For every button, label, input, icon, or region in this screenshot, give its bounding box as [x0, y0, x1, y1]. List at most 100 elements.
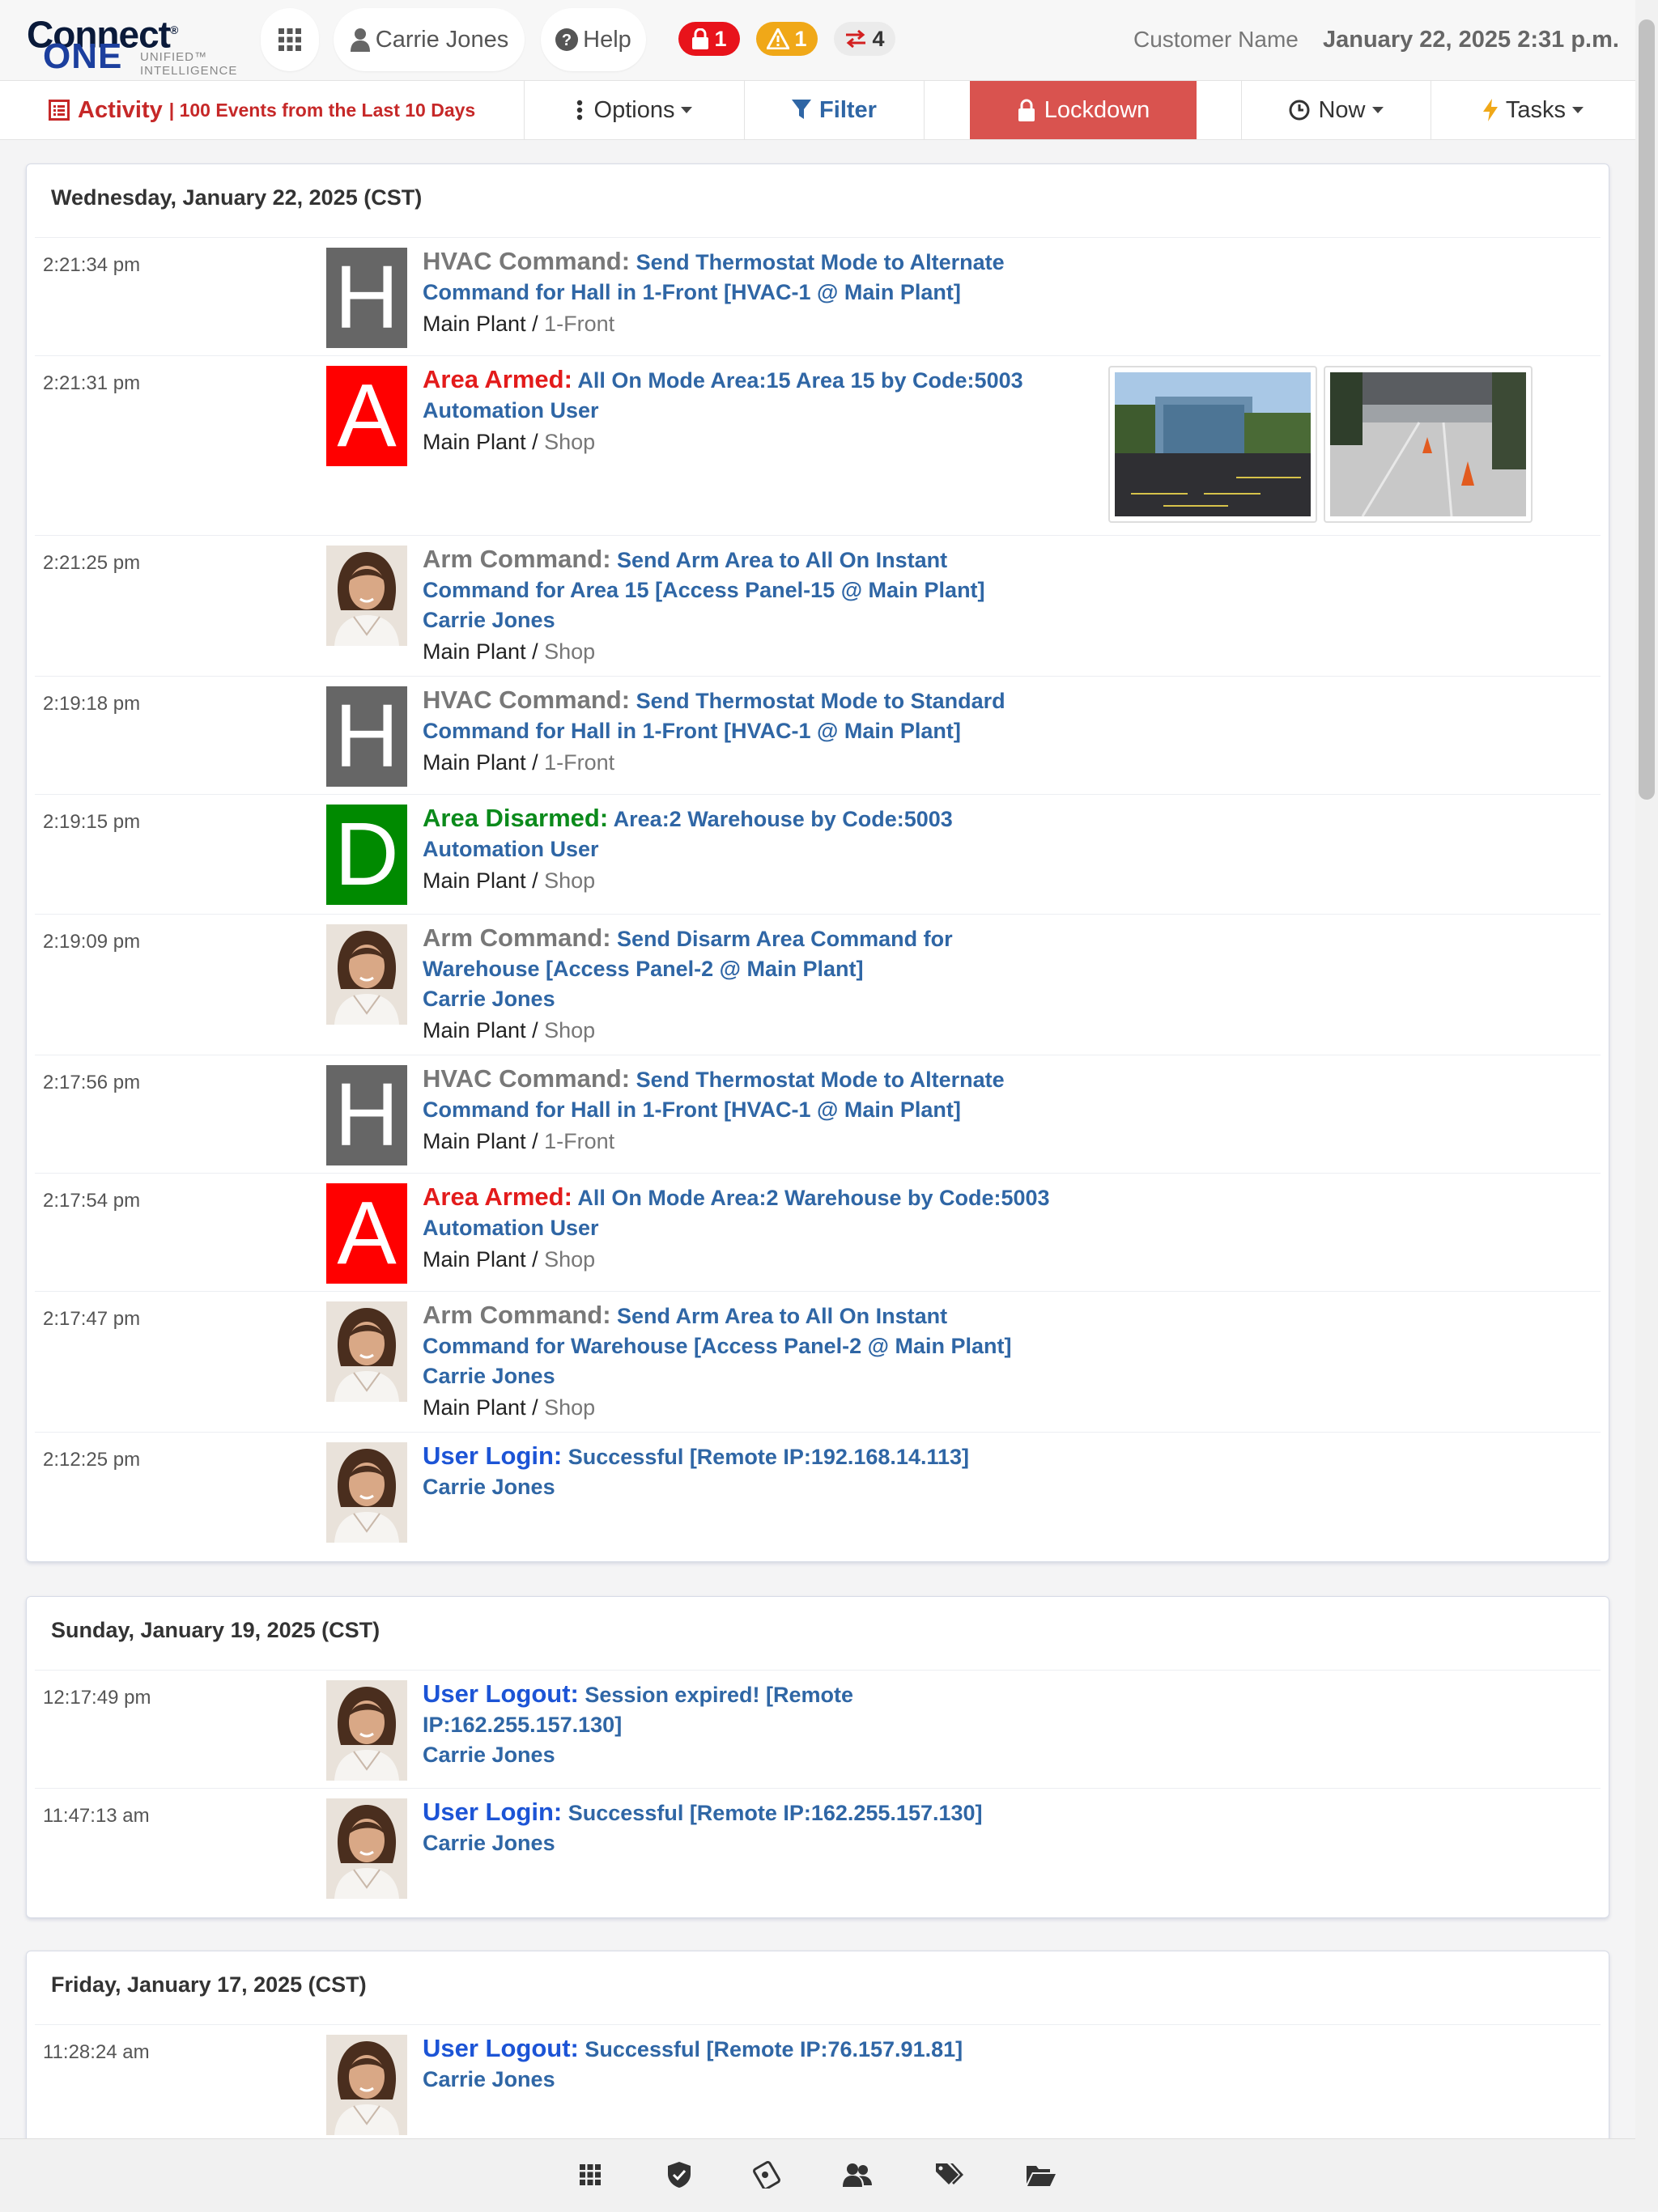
event-zone[interactable]: 1-Front	[544, 1129, 614, 1153]
event-user[interactable]: Carrie Jones	[423, 605, 1086, 635]
event-description[interactable]: Warehouse [Access Panel-2 @ Main Plant]	[423, 954, 1086, 984]
event-description[interactable]: Command for Hall in 1-Front [HVAC-1 @ Ma…	[423, 716, 1086, 746]
event-user[interactable]: Automation User	[423, 834, 1086, 864]
event-row[interactable]: 2:19:18 pm H HVAC Command: Send Thermost…	[35, 676, 1601, 795]
apps-button[interactable]	[261, 8, 319, 71]
event-description[interactable]: Command for Hall in 1-Front [HVAC-1 @ Ma…	[423, 278, 1086, 308]
event-description[interactable]: Command for Hall in 1-Front [HVAC-1 @ Ma…	[423, 1095, 1086, 1125]
customer-name[interactable]: Customer Name	[1133, 27, 1299, 53]
event-description[interactable]: Area:2 Warehouse by Code:5003	[614, 807, 953, 831]
event-zone[interactable]: Shop	[544, 1395, 595, 1420]
event-site[interactable]: Main Plant	[423, 312, 526, 336]
activity-tab[interactable]: Activity | 100 Events from the Last 10 D…	[0, 81, 525, 139]
nav-security-button[interactable]	[660, 2155, 699, 2194]
warning-badge[interactable]: 1	[756, 22, 818, 56]
event-row[interactable]: 2:19:09 pm Arm Command: Send Disarm Area…	[35, 914, 1601, 1055]
event-description[interactable]: Successful [Remote IP:162.255.157.130]	[568, 1801, 983, 1825]
event-site[interactable]: Main Plant	[423, 430, 526, 454]
event-description[interactable]: Send Thermostat Mode to Alternate	[636, 1068, 1005, 1092]
nav-apps-button[interactable]	[571, 2155, 610, 2194]
event-site[interactable]: Main Plant	[423, 1395, 526, 1420]
tasks-dropdown[interactable]: Tasks	[1431, 81, 1635, 139]
event-description[interactable]: Command for Area 15 [Access Panel-15 @ M…	[423, 575, 1086, 605]
camera-snapshot[interactable]	[1108, 366, 1317, 523]
event-description[interactable]: Send Arm Area to All On Instant	[617, 548, 947, 572]
event-description[interactable]: Send Thermostat Mode to Standard	[636, 689, 1005, 713]
event-zone[interactable]: Shop	[544, 1018, 595, 1042]
event-user[interactable]: Carrie Jones	[423, 984, 1086, 1014]
user-avatar[interactable]	[326, 546, 407, 646]
event-user[interactable]: Carrie Jones	[423, 1740, 1086, 1770]
event-description[interactable]: IP:162.255.157.130]	[423, 1710, 1086, 1740]
event-zone[interactable]: Shop	[544, 868, 595, 893]
event-time: 2:19:15 pm	[43, 811, 141, 833]
event-description[interactable]: Command for Warehouse [Access Panel-2 @ …	[423, 1331, 1086, 1361]
event-row[interactable]: 2:21:34 pm H HVAC Command: Send Thermost…	[35, 237, 1601, 356]
event-description[interactable]: All On Mode Area:15 Area 15 by Code:5003	[577, 368, 1022, 393]
event-site[interactable]: Main Plant	[423, 639, 526, 664]
connectone-logo[interactable]: Connect® ONE UNIFIED™ INTELLIGENCE	[27, 10, 237, 78]
event-site[interactable]: Main Plant	[423, 1247, 526, 1272]
event-user[interactable]: Carrie Jones	[423, 1472, 1086, 1502]
user-avatar[interactable]	[326, 924, 407, 1025]
logo-tagline2: INTELLIGENCE	[140, 64, 238, 78]
user-menu-button[interactable]: Carrie Jones	[334, 8, 525, 71]
scrollbar-thumb[interactable]	[1639, 19, 1655, 800]
event-time: 11:28:24 am	[43, 2041, 150, 2063]
event-row[interactable]: 2:17:47 pm Arm Command: Send Arm Area to…	[35, 1291, 1601, 1433]
event-row[interactable]: 2:17:56 pm H HVAC Command: Send Thermost…	[35, 1055, 1601, 1174]
event-description[interactable]: Send Disarm Area Command for	[617, 927, 953, 951]
event-site[interactable]: Main Plant	[423, 868, 526, 893]
lockdown-alert-badge[interactable]: 1	[678, 22, 740, 56]
lockdown-button[interactable]: Lockdown	[970, 81, 1197, 139]
event-site[interactable]: Main Plant	[423, 1018, 526, 1042]
event-zone[interactable]: Shop	[544, 1247, 595, 1272]
event-zone[interactable]: 1-Front	[544, 312, 614, 336]
user-avatar[interactable]	[326, 2035, 407, 2135]
event-user[interactable]: Automation User	[423, 396, 1086, 426]
lock-icon	[692, 28, 709, 49]
event-zone[interactable]: Shop	[544, 430, 595, 454]
event-description[interactable]: Session expired! [Remote	[585, 1683, 853, 1707]
user-avatar[interactable]	[326, 1680, 407, 1781]
event-type: HVAC Command:	[423, 1064, 631, 1093]
event-description[interactable]: Successful [Remote IP:192.168.14.113]	[568, 1445, 969, 1469]
nav-people-button[interactable]	[838, 2155, 877, 2194]
event-row[interactable]: 2:21:31 pm A Area Armed: All On Mode Are…	[35, 355, 1601, 536]
event-type: Area Disarmed:	[423, 804, 609, 832]
nav-credentials-button[interactable]	[747, 2155, 786, 2194]
now-dropdown[interactable]: Now	[1242, 81, 1431, 139]
event-site[interactable]: Main Plant	[423, 1129, 526, 1153]
event-row[interactable]: 2:19:15 pm D Area Disarmed: Area:2 Wareh…	[35, 794, 1601, 915]
event-site[interactable]: Main Plant	[423, 750, 526, 775]
event-user[interactable]: Carrie Jones	[423, 2065, 1086, 2095]
help-button[interactable]: ? Help	[541, 8, 646, 71]
event-user[interactable]: Carrie Jones	[423, 1361, 1086, 1391]
area-armed-event-icon: A	[326, 1183, 407, 1284]
woman-portrait	[326, 924, 407, 1025]
event-row[interactable]: 12:17:49 pm User Logout: Session expired…	[35, 1670, 1601, 1789]
event-description[interactable]: Send Arm Area to All On Instant	[617, 1304, 947, 1328]
event-row[interactable]: 2:12:25 pm User Login: Successful [Remot…	[35, 1432, 1601, 1554]
options-dropdown[interactable]: Options	[525, 81, 745, 139]
filter-button[interactable]: Filter	[745, 81, 925, 139]
event-row[interactable]: 11:47:13 am User Login: Successful [Remo…	[35, 1788, 1601, 1910]
camera-snapshot[interactable]	[1324, 366, 1533, 523]
user-avatar[interactable]	[326, 1798, 407, 1899]
user-avatar[interactable]	[326, 1442, 407, 1543]
event-row[interactable]: 2:21:25 pm Arm Command: Send Arm Area to…	[35, 535, 1601, 677]
event-zone[interactable]: Shop	[544, 639, 595, 664]
event-row[interactable]: 2:17:54 pm A Area Armed: All On Mode Are…	[35, 1173, 1601, 1292]
transfer-badge[interactable]: 4	[834, 22, 895, 56]
event-description[interactable]: Send Thermostat Mode to Alternate	[636, 250, 1005, 274]
event-user[interactable]: Carrie Jones	[423, 1828, 1086, 1858]
event-description[interactable]: All On Mode Area:2 Warehouse by Code:500…	[577, 1186, 1049, 1210]
event-type: Area Armed:	[423, 365, 572, 393]
user-avatar[interactable]	[326, 1301, 407, 1402]
event-zone[interactable]: 1-Front	[544, 750, 614, 775]
nav-files-button[interactable]	[1022, 2155, 1061, 2194]
event-user[interactable]: Automation User	[423, 1213, 1086, 1243]
nav-tags-button[interactable]	[929, 2155, 968, 2194]
event-description[interactable]: Successful [Remote IP:76.157.91.81]	[585, 2037, 963, 2061]
event-time: 2:21:34 pm	[43, 254, 141, 276]
